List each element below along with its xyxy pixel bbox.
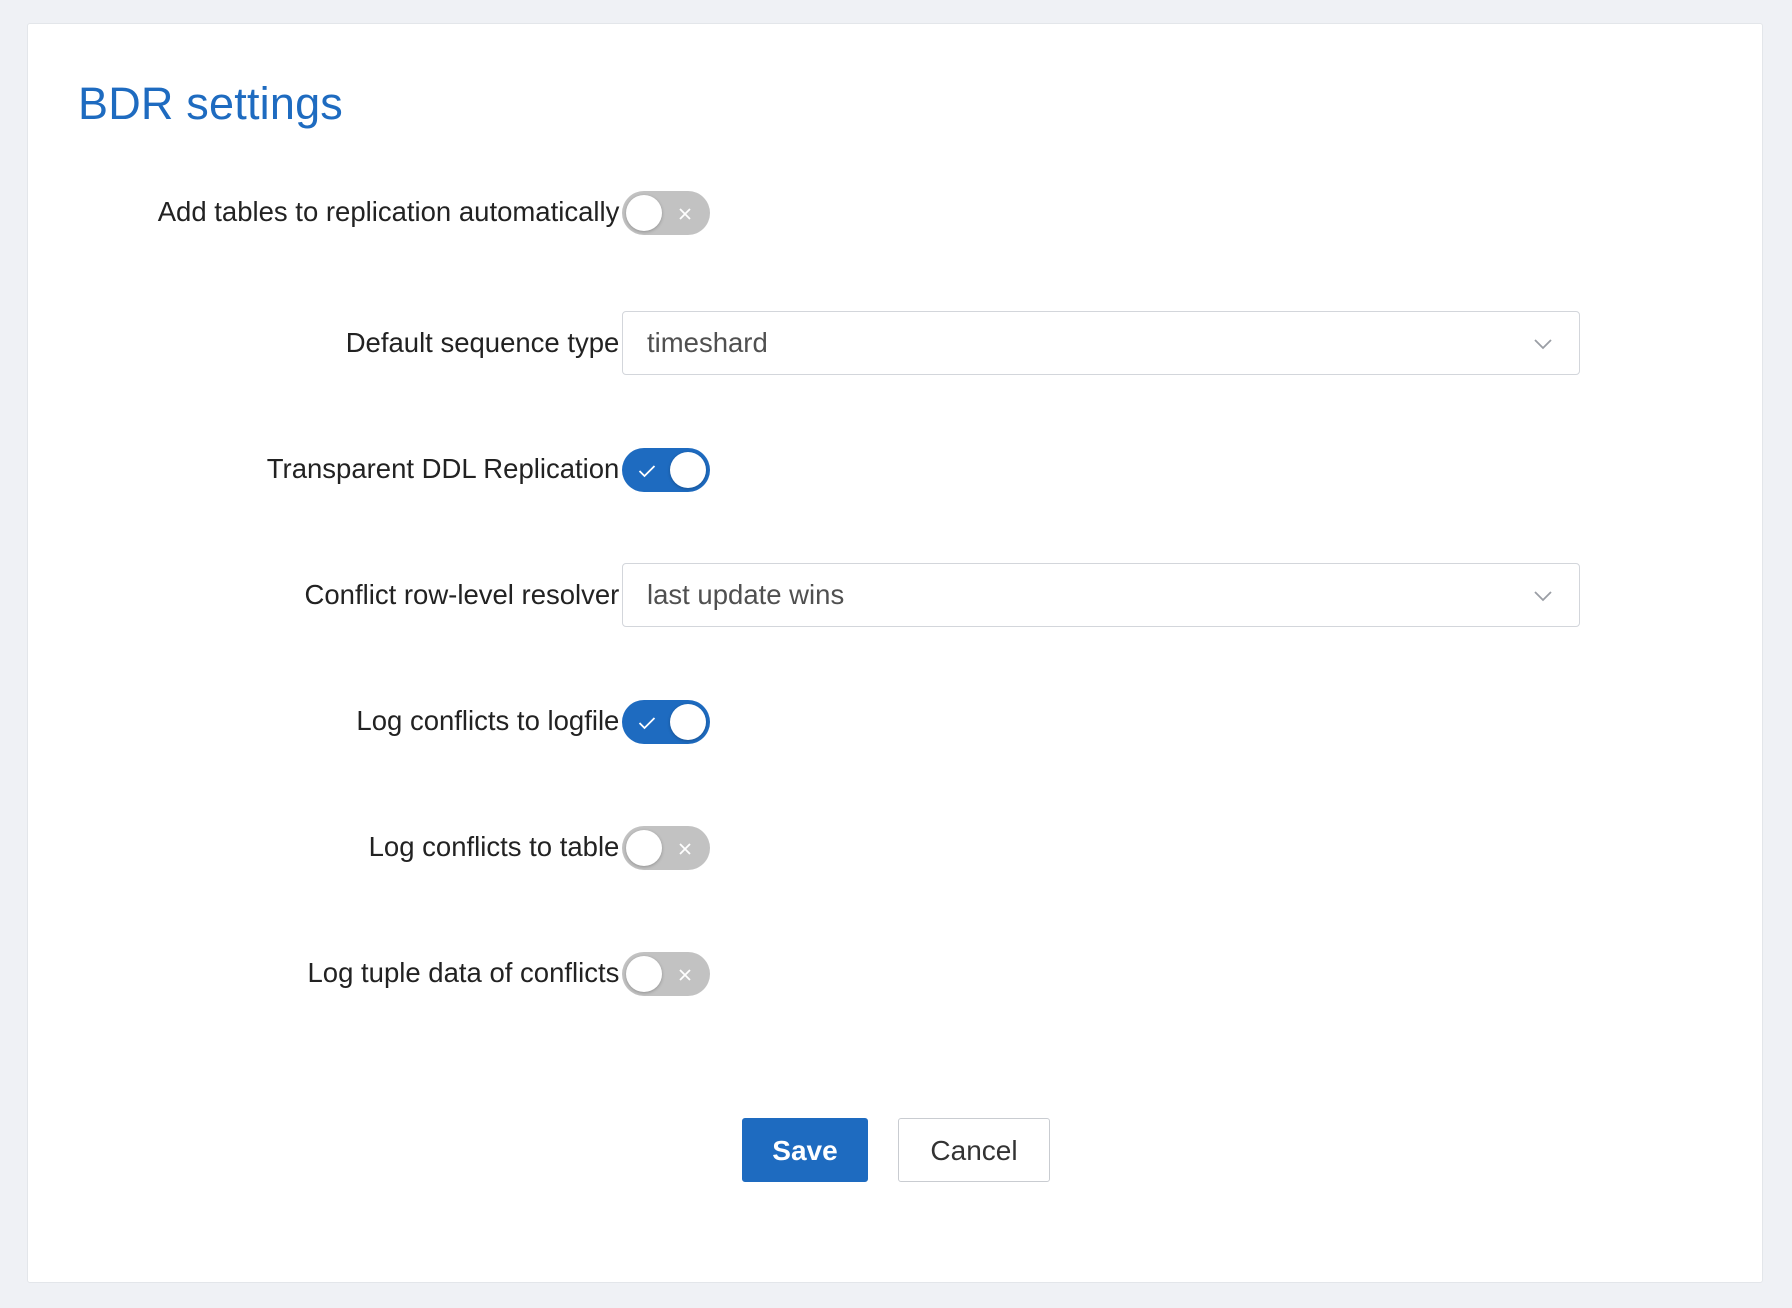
form-row-default-sequence: Default sequence type: timeshard [28, 311, 1762, 375]
save-button[interactable]: Save [742, 1118, 868, 1182]
log-logfile-switch[interactable] [622, 700, 710, 744]
form-row-add-tables: Add tables to replication automatically: [28, 180, 1762, 244]
settings-card: BDR settings Add tables to replication a… [27, 23, 1763, 1283]
select-value: last update wins [647, 579, 845, 610]
x-icon [670, 191, 700, 235]
log-table-switch[interactable] [622, 826, 710, 870]
page-title: BDR settings [78, 78, 343, 129]
log-tuple-label: Log tuple data of conflicts: [307, 957, 633, 988]
form-row-log-logfile: Log conflicts to logfile: [28, 689, 1762, 753]
switch-knob [626, 830, 662, 866]
chevron-down-icon [1534, 339, 1552, 350]
transparent-ddl-label: Transparent DDL Replication: [266, 453, 633, 484]
x-icon [670, 952, 700, 996]
switch-knob [670, 452, 706, 488]
select-value: timeshard [647, 327, 768, 358]
form-row-log-table: Log conflicts to table: [28, 815, 1762, 879]
check-icon [632, 448, 662, 492]
log-tuple-switch[interactable] [622, 952, 710, 996]
add-tables-switch[interactable] [622, 191, 710, 235]
default-sequence-label: Default sequence type: [345, 327, 633, 358]
conflict-resolver-label: Conflict row-level resolver: [304, 579, 633, 610]
switch-knob [670, 704, 706, 740]
form-row-log-tuple: Log tuple data of conflicts: [28, 941, 1762, 1005]
cancel-button[interactable]: Cancel [898, 1118, 1050, 1182]
default-sequence-select[interactable]: timeshard [622, 311, 1580, 375]
form-row-transparent-ddl: Transparent DDL Replication: [28, 437, 1762, 501]
switch-knob [626, 956, 662, 992]
form-row-conflict-resolver: Conflict row-level resolver: last update… [28, 563, 1762, 627]
switch-knob [626, 195, 662, 231]
conflict-resolver-select[interactable]: last update wins [622, 563, 1580, 627]
transparent-ddl-switch[interactable] [622, 448, 710, 492]
chevron-down-icon [1534, 591, 1552, 602]
log-table-label: Log conflicts to table: [368, 831, 633, 862]
check-icon [632, 700, 662, 744]
x-icon [670, 826, 700, 870]
log-logfile-label: Log conflicts to logfile: [356, 705, 633, 736]
add-tables-label: Add tables to replication automatically: [157, 196, 633, 227]
